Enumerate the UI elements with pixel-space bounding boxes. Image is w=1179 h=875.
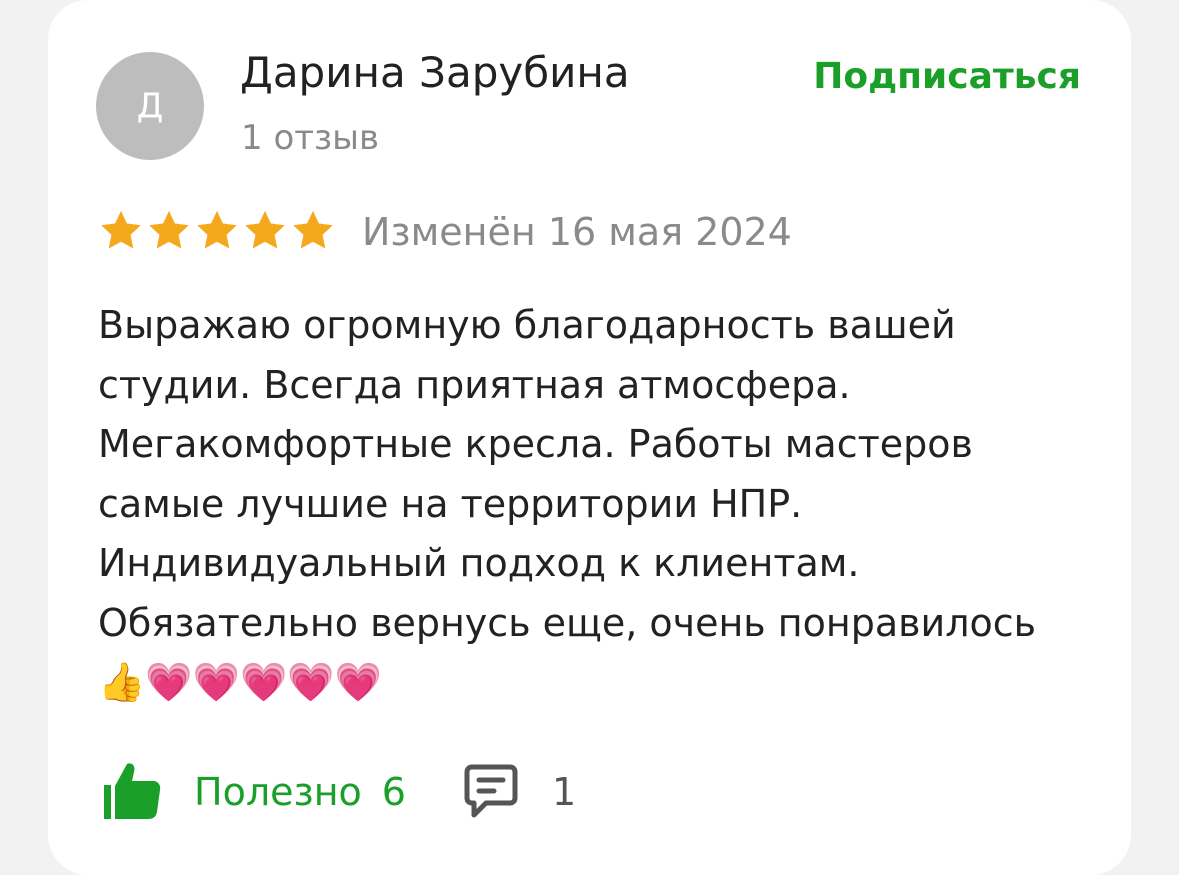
comment-icon bbox=[462, 761, 520, 823]
useful-button[interactable]: Полезно 6 bbox=[100, 759, 406, 825]
star-icon bbox=[290, 208, 336, 254]
author-review-count: 1 отзыв bbox=[241, 118, 380, 158]
subscribe-button[interactable]: Подписаться bbox=[813, 56, 1081, 97]
avatar[interactable]: Д bbox=[96, 52, 204, 160]
comments-button[interactable]: 1 bbox=[462, 761, 576, 823]
useful-count: 6 bbox=[381, 770, 406, 814]
useful-label: Полезно bbox=[194, 770, 362, 814]
review-date: Изменён 16 мая 2024 bbox=[362, 210, 792, 254]
review-text: Выражаю огромную благодарность вашей сту… bbox=[98, 303, 1037, 704]
comment-count: 1 bbox=[551, 770, 577, 814]
author-name[interactable]: Дарина Зарубина bbox=[240, 48, 630, 97]
star-icon bbox=[194, 208, 240, 254]
thumbs-up-icon bbox=[100, 759, 162, 825]
star-icon bbox=[242, 208, 288, 254]
rating-stars bbox=[98, 208, 336, 254]
avatar-letter: Д bbox=[136, 86, 164, 126]
review-actions: Полезно 6 1 bbox=[100, 760, 576, 824]
star-icon bbox=[146, 208, 192, 254]
star-icon bbox=[98, 208, 144, 254]
